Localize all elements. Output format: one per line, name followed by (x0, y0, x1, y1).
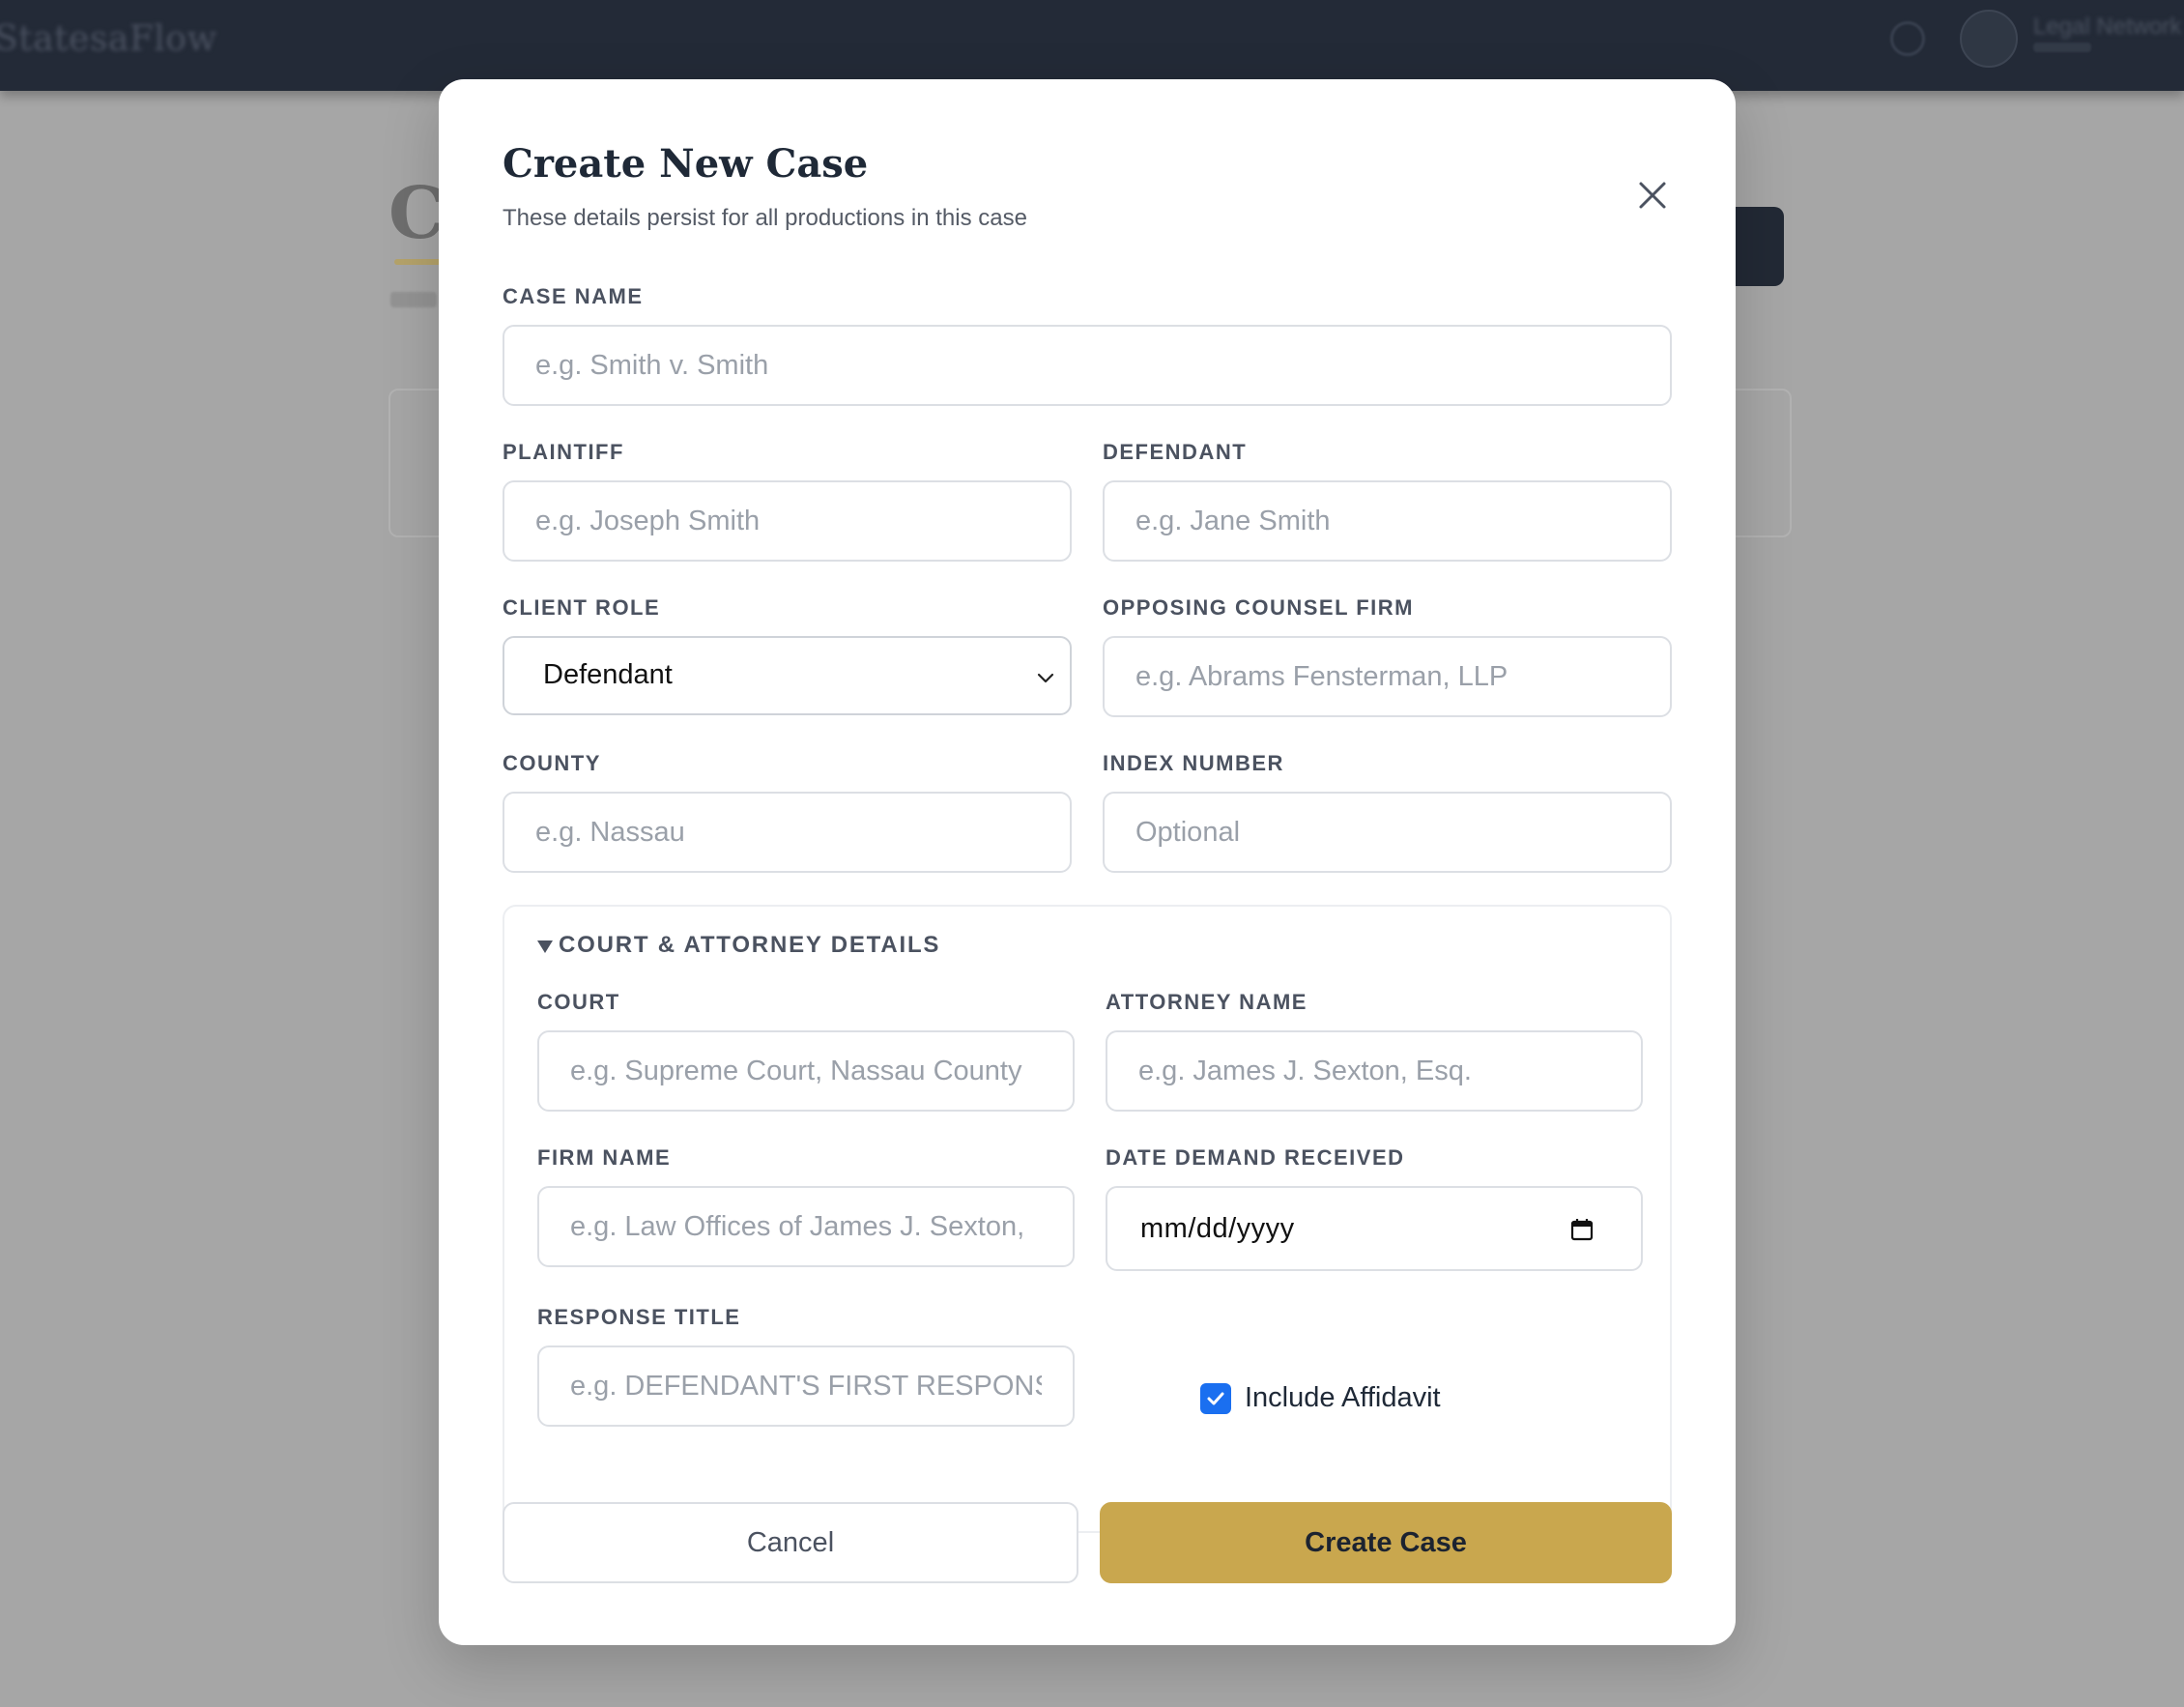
client-role-select[interactable]: Defendant (503, 636, 1072, 715)
client-role-value: Defendant (543, 659, 673, 690)
defendant-label: DEFENDANT (1103, 440, 1248, 464)
calendar-icon[interactable] (1569, 1217, 1595, 1242)
background-title-accent (394, 259, 443, 265)
expand-triangle-icon (537, 940, 553, 953)
user-name: Legal Network (2033, 14, 2182, 40)
include-affidavit-label[interactable]: Include Affidavit (1245, 1382, 1441, 1414)
client-role-label: CLIENT ROLE (503, 595, 661, 620)
checkmark-icon (1207, 1392, 1224, 1405)
date-demand-received-label: DATE DEMAND RECEIVED (1106, 1145, 1405, 1170)
settings-icon (1890, 21, 1925, 56)
defendant-input[interactable] (1103, 480, 1672, 562)
response-title-label: RESPONSE TITLE (537, 1305, 741, 1329)
plaintiff-input[interactable] (503, 480, 1072, 562)
court-attorney-details: COURT & ATTORNEY DETAILS COURT ATTORNEY … (503, 905, 1672, 1533)
details-summary-label: COURT & ATTORNEY DETAILS (559, 932, 941, 958)
cancel-button[interactable]: Cancel (503, 1502, 1078, 1583)
include-affidavit-checkbox[interactable] (1200, 1383, 1231, 1414)
court-input[interactable] (537, 1030, 1075, 1112)
chevron-down-icon (1037, 673, 1054, 683)
user-subtitle (2033, 43, 2091, 52)
create-case-button[interactable]: Create Case (1100, 1502, 1672, 1583)
opposing-counsel-firm-input[interactable] (1103, 636, 1672, 717)
response-title-input[interactable] (537, 1345, 1075, 1427)
index-number-label: INDEX NUMBER (1103, 751, 1284, 775)
app-logo: StatesaFlow (0, 19, 217, 59)
app-header: StatesaFlow Legal Network (0, 0, 2184, 91)
opposing-counsel-firm-label: OPPOSING COUNSEL FIRM (1103, 595, 1415, 620)
close-button[interactable] (1625, 168, 1680, 222)
background-page-title: C (388, 172, 445, 255)
plaintiff-label: PLAINTIFF (503, 440, 624, 464)
case-name-label: CASE NAME (503, 284, 644, 308)
attorney-name-label: ATTORNEY NAME (1106, 990, 1308, 1014)
close-icon (1639, 182, 1666, 209)
county-input[interactable] (503, 792, 1072, 873)
create-case-modal: Create New Case These details persist fo… (439, 79, 1736, 1645)
modal-title: Create New Case (503, 141, 869, 187)
court-label: COURT (537, 990, 620, 1014)
attorney-name-input[interactable] (1106, 1030, 1643, 1112)
modal-subtitle: These details persist for all production… (503, 205, 1027, 231)
date-demand-received-input[interactable]: mm/dd/yyyy (1106, 1186, 1643, 1271)
firm-name-input[interactable] (537, 1186, 1075, 1267)
case-name-input[interactable] (503, 325, 1672, 406)
date-value: mm/dd/yyyy (1140, 1213, 1295, 1244)
background-subtitle (390, 292, 437, 307)
county-label: COUNTY (503, 751, 601, 775)
details-toggle[interactable]: COURT & ATTORNEY DETAILS (537, 932, 940, 959)
firm-name-label: FIRM NAME (537, 1145, 672, 1170)
avatar (1960, 10, 2018, 68)
index-number-input[interactable] (1103, 792, 1672, 873)
